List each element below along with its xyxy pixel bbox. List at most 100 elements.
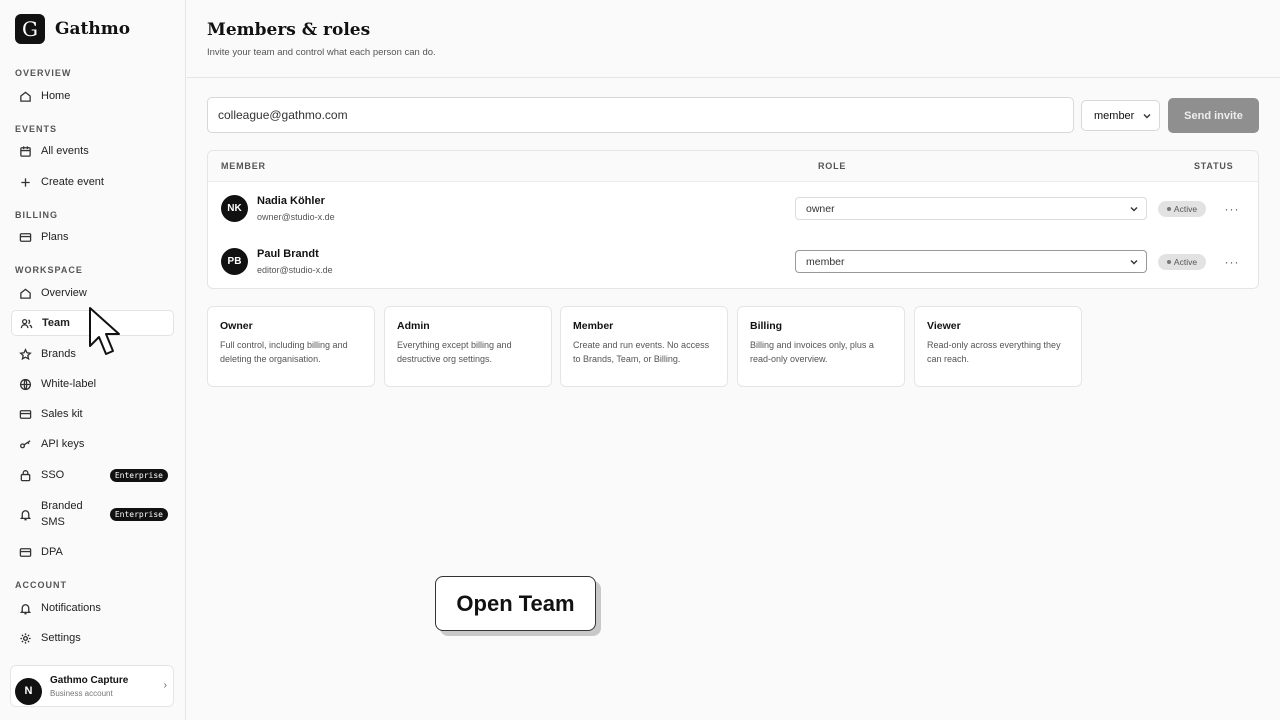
brand-logo: G <box>15 14 45 44</box>
member-role-value: owner <box>806 202 835 215</box>
sidebar-item-label: Team <box>42 317 70 329</box>
chevron-down-icon <box>1128 203 1140 218</box>
role-card-title: Member <box>573 320 614 332</box>
main-content: Members & roles Invite your team and con… <box>187 0 1280 720</box>
role-card-owner: Owner Full control, including billing an… <box>207 306 375 387</box>
more-actions-button[interactable]: ··· <box>1224 202 1240 216</box>
table-header: MEMBER ROLE STATUS <box>208 151 1258 182</box>
member-role-select[interactable]: member <box>795 250 1147 273</box>
enterprise-badge: Enterprise <box>109 507 168 521</box>
sidebar-item-label: Create event <box>41 176 104 188</box>
sidebar-item-label: All events <box>41 145 89 157</box>
sidebar-item-label: Branded SMS <box>41 500 83 528</box>
sidebar-item-create-event[interactable]: Create event <box>11 169 174 195</box>
chevron-down-icon <box>1128 256 1140 271</box>
invite-role-select[interactable]: member <box>1081 100 1160 131</box>
section-label-overview: OVERVIEW <box>15 68 72 78</box>
sidebar-item-sales-kit[interactable]: Sales kit <box>11 401 174 427</box>
role-card-description: Everything except billing and destructiv… <box>397 340 512 364</box>
sidebar-item-home[interactable]: Home <box>11 83 174 109</box>
table-row: NK Nadia Köhler owner@studio-x.de owner … <box>208 182 1258 235</box>
sidebar-item-overview[interactable]: Overview <box>11 280 174 306</box>
sidebar-item-settings[interactable]: Settings <box>11 625 174 651</box>
member-role-select[interactable]: owner <box>795 197 1147 220</box>
calendar-icon <box>19 145 32 158</box>
page-title: Members & roles <box>207 20 371 40</box>
member-name: Nadia Köhler <box>257 195 325 207</box>
avatar: N <box>15 677 42 705</box>
sidebar-item-notifications[interactable]: Notifications <box>11 595 174 621</box>
card-icon <box>19 231 32 244</box>
sidebar-item-team[interactable]: Team <box>11 310 174 336</box>
sidebar-item-brands[interactable]: Brands <box>11 341 174 367</box>
sidebar-item-plans[interactable]: Plans <box>11 224 174 250</box>
sidebar-item-label: Brands <box>41 348 76 360</box>
status-dot-icon <box>1166 260 1171 264</box>
avatar: PB <box>221 248 248 275</box>
section-label-workspace: WORKSPACE <box>15 265 83 275</box>
member-email: owner@studio-x.de <box>257 212 335 222</box>
sidebar: G Gathmo OVERVIEW Home EVENTS All events… <box>0 0 186 720</box>
sidebar-item-label: Notifications <box>41 602 101 614</box>
plus-icon <box>19 176 32 189</box>
role-card-member: Member Create and run events. No access … <box>560 306 728 387</box>
section-label-account: ACCOUNT <box>15 580 67 590</box>
status-badge: Active <box>1158 201 1206 217</box>
sidebar-item-dpa[interactable]: DPA <box>11 539 174 565</box>
page-header: Members & roles Invite your team and con… <box>187 0 1280 78</box>
app-root: G Gathmo OVERVIEW Home EVENTS All events… <box>0 0 1280 720</box>
role-card-description: Billing and invoices only, plus a read-o… <box>750 340 874 364</box>
brand-name: Gathmo <box>55 19 131 39</box>
card-icon <box>19 408 32 421</box>
bell-icon <box>19 508 32 521</box>
role-card-description: Create and run events. No access to Bran… <box>573 340 710 364</box>
sidebar-item-label: Plans <box>41 231 69 243</box>
role-card-description: Read-only across everything they can rea… <box>927 340 1061 364</box>
more-actions-button[interactable]: ··· <box>1224 255 1240 269</box>
open-team-callout: Open Team <box>435 576 596 631</box>
brand[interactable]: G Gathmo <box>15 14 130 44</box>
sidebar-item-label: API keys <box>41 438 85 450</box>
sidebar-item-sso[interactable]: SSO Enterprise <box>11 462 174 488</box>
role-card-title: Owner <box>220 320 253 332</box>
column-header-member: MEMBER <box>221 161 266 171</box>
home-icon <box>19 287 32 300</box>
sidebar-item-label: SSO <box>41 469 65 481</box>
member-role-value: member <box>806 255 845 268</box>
lock-icon <box>19 469 32 482</box>
status-label: Active <box>1173 204 1198 214</box>
invite-role-value: member <box>1094 109 1135 122</box>
page-subtitle: Invite your team and control what each p… <box>207 47 436 58</box>
sidebar-item-all-events[interactable]: All events <box>11 138 174 164</box>
sidebar-item-label: Overview <box>41 287 87 299</box>
chevron-down-icon <box>1141 110 1153 125</box>
send-invite-button[interactable]: Send invite <box>1168 98 1259 133</box>
account-name: Gathmo Capture <box>50 674 129 686</box>
role-card-title: Admin <box>397 320 430 332</box>
sidebar-item-white-label[interactable]: White-label <box>11 371 174 397</box>
column-header-status: STATUS <box>1194 161 1234 171</box>
enterprise-badge: Enterprise <box>109 468 168 482</box>
globe-icon <box>19 378 32 391</box>
invite-email-input[interactable] <box>207 97 1074 133</box>
role-card-title: Viewer <box>927 320 961 332</box>
role-card-title: Billing <box>750 320 783 332</box>
sidebar-item-api-keys[interactable]: API keys <box>11 431 174 457</box>
status-dot-icon <box>1166 207 1171 211</box>
card-icon <box>19 546 32 559</box>
section-label-events: EVENTS <box>15 124 58 134</box>
member-email: editor@studio-x.de <box>257 265 333 275</box>
sidebar-item-branded-sms[interactable]: Branded SMS Enterprise <box>11 496 174 532</box>
sidebar-item-label: Home <box>41 90 71 102</box>
status-label: Active <box>1173 257 1198 267</box>
role-card-admin: Admin Everything except billing and dest… <box>384 306 552 387</box>
users-icon <box>20 317 33 330</box>
key-icon <box>19 438 32 451</box>
chevron-right-icon: › <box>163 680 167 691</box>
section-label-billing: BILLING <box>15 210 58 220</box>
account-switcher[interactable]: N Gathmo Capture Business account › <box>10 665 174 707</box>
sidebar-item-label: DPA <box>41 546 63 558</box>
member-name: Paul Brandt <box>257 248 319 260</box>
avatar: NK <box>221 195 248 222</box>
sidebar-item-label: Sales kit <box>41 408 83 420</box>
